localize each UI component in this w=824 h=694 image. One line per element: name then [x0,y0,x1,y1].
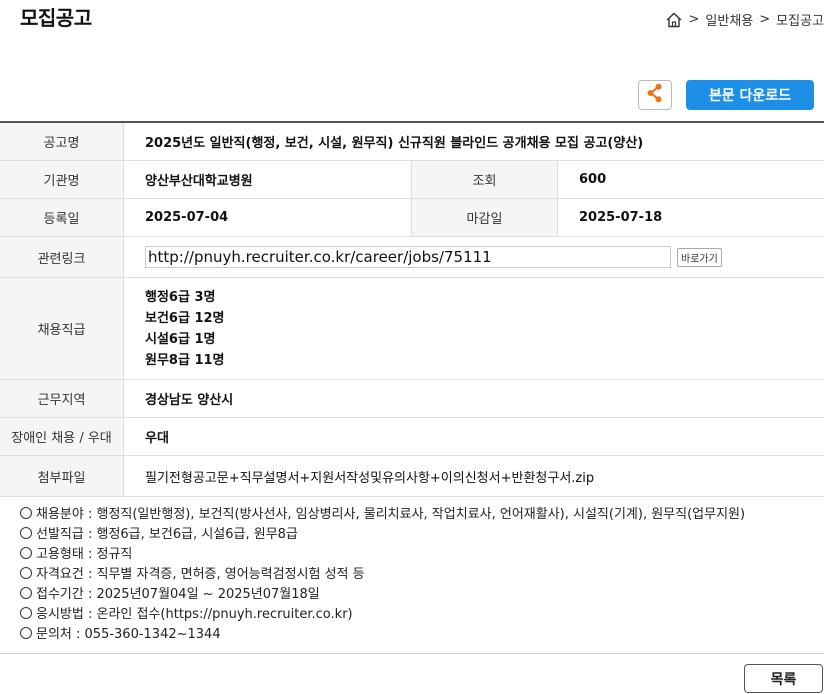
table-row: 첨부파일 필기전형공고문+직무설명서+지원서작성및유의사항+이의신청서+반환청구… [0,455,824,497]
positions-value: 행정6급 3명 보건6급 12명 시설6급 1명 원무8급 11명 [123,277,824,380]
share-icon [646,83,664,107]
region-label: 근무지역 [0,379,124,418]
org-label: 기관명 [0,160,124,199]
link-label: 관련링크 [0,236,124,278]
reg-date-label: 등록일 [0,198,124,237]
position-item: 보건6급 12명 [145,310,225,326]
deadline-label: 마감일 [411,198,558,237]
share-button[interactable] [638,80,672,110]
disability-label: 장애인 채용 / 우대 [0,417,124,456]
circle-bullet-icon [20,547,32,559]
notice-details: 채용분야 : 행정직(일반행정), 보건직(방사선사, 임상병리사, 물리치료사… [20,505,745,645]
reg-date-value: 2025-07-04 [123,198,412,237]
table-row: 기관명 양산부산대학교병원 조회 600 [0,160,824,199]
list-item: 문의처 : 055-360-1342~1344 [20,625,745,645]
circle-bullet-icon [20,527,32,539]
disability-value: 우대 [123,417,824,456]
table-row: 공고명 2025년도 일반직(행정, 보건, 시설, 원무직) 신규직원 블라인… [0,122,824,161]
attachment-label: 첨부파일 [0,455,124,497]
circle-bullet-icon [20,587,32,599]
page-title: 모집공고 [20,6,92,30]
list-item: 채용분야 : 행정직(일반행정), 보건직(방사선사, 임상병리사, 물리치료사… [20,505,745,525]
divider [0,653,824,654]
position-item: 행정6급 3명 [145,289,216,305]
list-item: 접수기간 : 2025년07월04일 ~ 2025년07월18일 [20,585,745,605]
position-item: 원무8급 11명 [145,352,225,368]
notice-name-value: 2025년도 일반직(행정, 보건, 시설, 원무직) 신규직원 블라인드 공개… [123,122,824,161]
table-row: 채용직급 행정6급 3명 보건6급 12명 시설6급 1명 원무8급 11명 [0,277,824,380]
breadcrumb-item-notice[interactable]: 모집공고 [776,10,824,29]
views-label: 조회 [411,160,558,199]
circle-bullet-icon [20,567,32,579]
table-row: 등록일 2025-07-04 마감일 2025-07-18 [0,198,824,237]
org-value: 양산부산대학교병원 [123,160,412,199]
link-cell: 바로가기 [123,236,824,278]
list-button[interactable]: 목록 [744,664,823,693]
position-item: 시설6급 1명 [145,331,216,347]
table-row: 장애인 채용 / 우대 우대 [0,417,824,456]
breadcrumb-item-general-hiring[interactable]: 일반채용 [705,10,753,29]
region-value: 경상남도 양산시 [123,379,824,418]
table-row: 관련링크 바로가기 [0,236,824,278]
home-icon[interactable] [665,11,683,29]
attachment-link[interactable]: 필기전형공고문+직무설명서+지원서작성및유의사항+이의신청서+반환청구서.zip [145,471,594,486]
table-row: 근무지역 경상남도 양산시 [0,379,824,418]
circle-bullet-icon [20,607,32,619]
go-link-button[interactable]: 바로가기 [677,247,722,267]
positions-label: 채용직급 [0,277,124,380]
circle-bullet-icon [20,627,32,639]
breadcrumb: > 일반채용 > 모집공고 [665,10,824,29]
link-url-field[interactable] [145,246,671,268]
deadline-value: 2025-07-18 [557,198,824,237]
list-item: 자격요건 : 직무별 자격증, 면허증, 영어능력검정시험 성적 등 [20,565,745,585]
action-bar: 본문 다운로드 [638,80,814,110]
list-item: 선발직급 : 행정6급, 보건6급, 시설6급, 원무8급 [20,525,745,545]
circle-bullet-icon [20,507,32,519]
list-item: 응시방법 : 온라인 접수(https://pnuyh.recruiter.co… [20,605,745,625]
notice-info-table: 공고명 2025년도 일반직(행정, 보건, 시설, 원무직) 신규직원 블라인… [0,121,824,497]
list-item: 고용형태 : 정규직 [20,545,745,565]
download-body-button[interactable]: 본문 다운로드 [686,80,814,110]
notice-name-label: 공고명 [0,122,124,161]
breadcrumb-separator: > [759,12,771,27]
views-value: 600 [557,160,824,199]
breadcrumb-separator: > [688,12,700,27]
